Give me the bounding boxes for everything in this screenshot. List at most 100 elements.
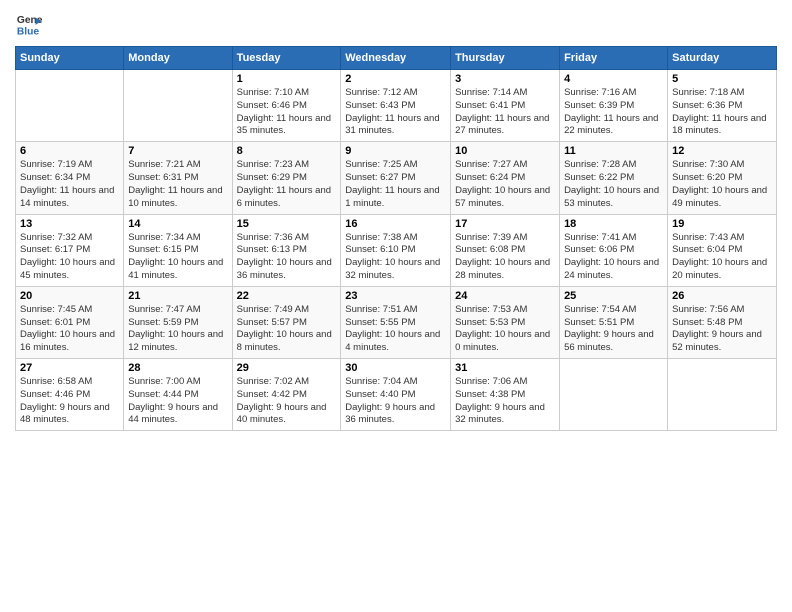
- day-info: Sunrise: 7:51 AM Sunset: 5:55 PM Dayligh…: [345, 304, 446, 355]
- day-number: 30: [345, 362, 446, 374]
- day-number: 26: [672, 290, 772, 302]
- day-info: Sunrise: 7:18 AM Sunset: 6:36 PM Dayligh…: [672, 87, 772, 138]
- calendar-cell: 24 Sunrise: 7:53 AM Sunset: 5:53 PM Dayli…: [451, 286, 560, 358]
- day-info: Sunrise: 7:45 AM Sunset: 6:01 PM Dayligh…: [20, 304, 119, 355]
- day-number: 19: [672, 218, 772, 230]
- day-header-tuesday: Tuesday: [232, 47, 341, 70]
- day-header-thursday: Thursday: [451, 47, 560, 70]
- day-number: 11: [564, 145, 663, 157]
- calendar-week-1: 1 Sunrise: 7:10 AM Sunset: 6:46 PM Daylig…: [16, 70, 777, 142]
- day-info: Sunrise: 7:04 AM Sunset: 4:40 PM Dayligh…: [345, 376, 446, 427]
- calendar-cell: 14Sunrise: 7:34 AM Sunset: 6:15 PM Dayli…: [124, 214, 232, 286]
- svg-text:Blue: Blue: [17, 26, 40, 37]
- day-info: Sunrise: 7:00 AM Sunset: 4:44 PM Dayligh…: [128, 376, 227, 427]
- calendar-cell: 13Sunrise: 7:32 AM Sunset: 6:17 PM Dayli…: [16, 214, 124, 286]
- day-info: Sunrise: 7:25 AM Sunset: 6:27 PM Dayligh…: [345, 159, 446, 210]
- day-number: 17: [455, 218, 555, 230]
- calendar-cell: 28 Sunrise: 7:00 AM Sunset: 4:44 PM Dayli…: [124, 359, 232, 431]
- day-number: 13: [20, 218, 119, 230]
- calendar-table: SundayMondayTuesdayWednesdayThursdayFrid…: [15, 46, 777, 431]
- day-info: Sunrise: 7:38 AM Sunset: 6:10 PM Dayligh…: [345, 232, 446, 283]
- day-number: 1: [237, 73, 337, 85]
- day-number: 7: [128, 145, 227, 157]
- calendar-cell: 16 Sunrise: 7:38 AM Sunset: 6:10 PM Dayli…: [341, 214, 451, 286]
- day-number: 8: [237, 145, 337, 157]
- day-info: Sunrise: 7:39 AM Sunset: 6:08 PM Dayligh…: [455, 232, 555, 283]
- day-info: Sunrise: 7:53 AM Sunset: 5:53 PM Dayligh…: [455, 304, 555, 355]
- day-number: 28: [128, 362, 227, 374]
- day-info: Sunrise: 7:56 AM Sunset: 5:48 PM Dayligh…: [672, 304, 772, 355]
- logo: General Blue: [15, 10, 43, 38]
- day-number: 18: [564, 218, 663, 230]
- day-info: Sunrise: 7:16 AM Sunset: 6:39 PM Dayligh…: [564, 87, 663, 138]
- day-number: 21: [128, 290, 227, 302]
- day-number: 20: [20, 290, 119, 302]
- day-header-wednesday: Wednesday: [341, 47, 451, 70]
- day-info: Sunrise: 7:06 AM Sunset: 4:38 PM Dayligh…: [455, 376, 555, 427]
- day-header-friday: Friday: [560, 47, 668, 70]
- calendar-cell: 21 Sunrise: 7:47 AM Sunset: 5:59 PM Dayli…: [124, 286, 232, 358]
- day-number: 2: [345, 73, 446, 85]
- logo-icon: General Blue: [15, 10, 43, 38]
- day-info: Sunrise: 7:54 AM Sunset: 5:51 PM Dayligh…: [564, 304, 663, 355]
- calendar-cell: 3Sunrise: 7:14 AM Sunset: 6:41 PM Daylig…: [451, 70, 560, 142]
- calendar-cell: 7 Sunrise: 7:21 AM Sunset: 6:31 PM Daylig…: [124, 142, 232, 214]
- calendar-cell: 9 Sunrise: 7:25 AM Sunset: 6:27 PM Daylig…: [341, 142, 451, 214]
- day-info: Sunrise: 6:58 AM Sunset: 4:46 PM Dayligh…: [20, 376, 119, 427]
- day-info: Sunrise: 7:10 AM Sunset: 6:46 PM Dayligh…: [237, 87, 337, 138]
- day-header-saturday: Saturday: [668, 47, 777, 70]
- day-header-monday: Monday: [124, 47, 232, 70]
- day-info: Sunrise: 7:19 AM Sunset: 6:34 PM Dayligh…: [20, 159, 119, 210]
- day-header-sunday: Sunday: [16, 47, 124, 70]
- day-number: 16: [345, 218, 446, 230]
- day-info: Sunrise: 7:49 AM Sunset: 5:57 PM Dayligh…: [237, 304, 337, 355]
- day-number: 10: [455, 145, 555, 157]
- day-info: Sunrise: 7:43 AM Sunset: 6:04 PM Dayligh…: [672, 232, 772, 283]
- calendar-cell: 26 Sunrise: 7:56 AM Sunset: 5:48 PM Dayli…: [668, 286, 777, 358]
- calendar-cell: 12 Sunrise: 7:30 AM Sunset: 6:20 PM Dayli…: [668, 142, 777, 214]
- day-info: Sunrise: 7:36 AM Sunset: 6:13 PM Dayligh…: [237, 232, 337, 283]
- calendar-cell: [668, 359, 777, 431]
- day-info: Sunrise: 7:41 AM Sunset: 6:06 PM Dayligh…: [564, 232, 663, 283]
- page-header: General Blue: [15, 10, 777, 38]
- day-number: 5: [672, 73, 772, 85]
- day-info: Sunrise: 7:12 AM Sunset: 6:43 PM Dayligh…: [345, 87, 446, 138]
- day-info: Sunrise: 7:30 AM Sunset: 6:20 PM Dayligh…: [672, 159, 772, 210]
- day-number: 22: [237, 290, 337, 302]
- calendar-cell: 5 Sunrise: 7:18 AM Sunset: 6:36 PM Daylig…: [668, 70, 777, 142]
- calendar-week-2: 6 Sunrise: 7:19 AM Sunset: 6:34 PM Daylig…: [16, 142, 777, 214]
- day-number: 31: [455, 362, 555, 374]
- day-number: 3: [455, 73, 555, 85]
- calendar-cell: 11 Sunrise: 7:28 AM Sunset: 6:22 PM Dayli…: [560, 142, 668, 214]
- calendar-cell: 6 Sunrise: 7:19 AM Sunset: 6:34 PM Daylig…: [16, 142, 124, 214]
- calendar-cell: 17 Sunrise: 7:39 AM Sunset: 6:08 PM Dayli…: [451, 214, 560, 286]
- day-info: Sunrise: 7:34 AM Sunset: 6:15 PM Dayligh…: [128, 232, 227, 283]
- day-number: 6: [20, 145, 119, 157]
- calendar-cell: [16, 70, 124, 142]
- calendar-cell: 8Sunrise: 7:23 AM Sunset: 6:29 PM Daylig…: [232, 142, 341, 214]
- day-number: 9: [345, 145, 446, 157]
- day-number: 23: [345, 290, 446, 302]
- day-info: Sunrise: 7:27 AM Sunset: 6:24 PM Dayligh…: [455, 159, 555, 210]
- day-number: 24: [455, 290, 555, 302]
- calendar-cell: 15 Sunrise: 7:36 AM Sunset: 6:13 PM Dayli…: [232, 214, 341, 286]
- calendar-cell: 31 Sunrise: 7:06 AM Sunset: 4:38 PM Dayli…: [451, 359, 560, 431]
- day-info: Sunrise: 7:21 AM Sunset: 6:31 PM Dayligh…: [128, 159, 227, 210]
- day-info: Sunrise: 7:47 AM Sunset: 5:59 PM Dayligh…: [128, 304, 227, 355]
- calendar-cell: 2 Sunrise: 7:12 AM Sunset: 6:43 PM Daylig…: [341, 70, 451, 142]
- day-number: 25: [564, 290, 663, 302]
- calendar-week-5: 27Sunrise: 6:58 AM Sunset: 4:46 PM Dayli…: [16, 359, 777, 431]
- calendar-cell: 25 Sunrise: 7:54 AM Sunset: 5:51 PM Dayli…: [560, 286, 668, 358]
- day-number: 29: [237, 362, 337, 374]
- calendar-cell: 22 Sunrise: 7:49 AM Sunset: 5:57 PM Dayli…: [232, 286, 341, 358]
- day-info: Sunrise: 7:28 AM Sunset: 6:22 PM Dayligh…: [564, 159, 663, 210]
- calendar-week-3: 13Sunrise: 7:32 AM Sunset: 6:17 PM Dayli…: [16, 214, 777, 286]
- calendar-cell: 27Sunrise: 6:58 AM Sunset: 4:46 PM Dayli…: [16, 359, 124, 431]
- day-info: Sunrise: 7:02 AM Sunset: 4:42 PM Dayligh…: [237, 376, 337, 427]
- calendar-cell: 20 Sunrise: 7:45 AM Sunset: 6:01 PM Dayli…: [16, 286, 124, 358]
- calendar-cell: 18 Sunrise: 7:41 AM Sunset: 6:06 PM Dayli…: [560, 214, 668, 286]
- calendar-cell: 1 Sunrise: 7:10 AM Sunset: 6:46 PM Daylig…: [232, 70, 341, 142]
- day-number: 12: [672, 145, 772, 157]
- day-number: 15: [237, 218, 337, 230]
- day-number: 4: [564, 73, 663, 85]
